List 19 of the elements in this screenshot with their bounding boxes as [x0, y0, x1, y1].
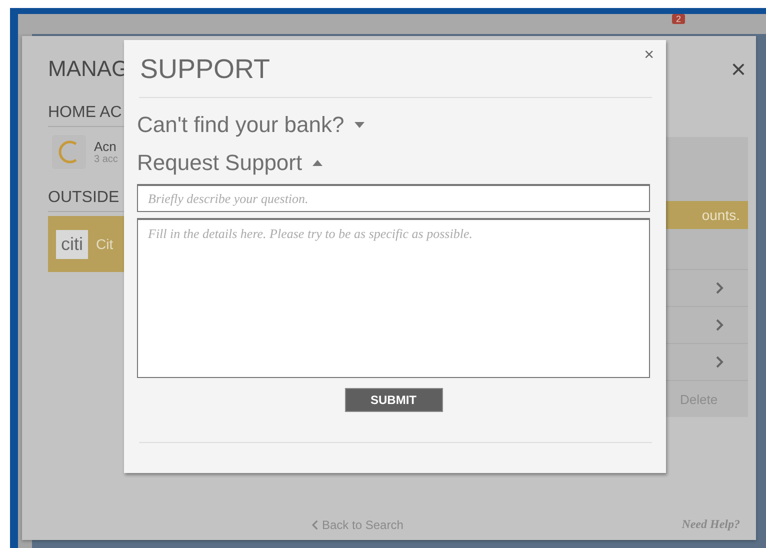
subject-field[interactable]: Briefly describe your question.	[137, 184, 650, 212]
notification-badge: 2	[672, 14, 686, 24]
close-button[interactable]: ×	[730, 54, 746, 84]
bank-logo: citi	[56, 230, 88, 258]
details-field[interactable]: Fill in the details here. Please try to be as specific as possible.	[137, 218, 650, 378]
caret-icon	[354, 122, 366, 128]
chevron-right-icon	[716, 319, 724, 331]
chevron-right-icon	[716, 282, 724, 294]
section-toggle[interactable]: Request Support	[137, 144, 650, 182]
submit-button[interactable]: SUBMIT	[344, 388, 442, 412]
dialog-title: SUPPORT	[140, 54, 272, 85]
chevron-left-icon	[312, 520, 319, 530]
account-name: Acn	[94, 139, 118, 154]
chevron-right-icon	[716, 356, 724, 368]
account-name: Cit	[96, 236, 114, 252]
close-button[interactable]: ×	[638, 44, 660, 66]
bank-logo-icon	[52, 135, 86, 169]
caret-icon	[312, 160, 324, 166]
account-detail: 3 acc	[94, 154, 118, 165]
